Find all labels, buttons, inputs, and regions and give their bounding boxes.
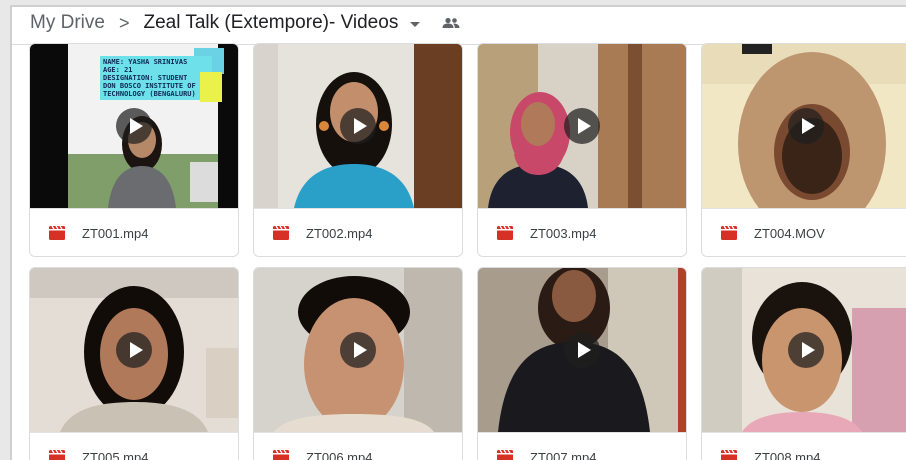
file-name[interactable]: ZT008.mp4 <box>754 450 820 460</box>
file-name[interactable]: ZT003.mp4 <box>530 226 596 241</box>
file-name-row[interactable]: ZT004.MOV <box>702 208 906 257</box>
breadcrumb: My Drive > Zeal Talk (Extempore)- Videos <box>30 7 460 39</box>
file-card[interactable]: ZT003.mp4 <box>477 43 687 257</box>
video-file-icon <box>497 226 513 240</box>
overlay-block <box>200 72 222 102</box>
file-card[interactable]: ZT006.mp4 <box>253 267 463 460</box>
play-icon[interactable] <box>564 332 600 368</box>
play-icon[interactable] <box>116 332 152 368</box>
file-name-row[interactable]: ZT007.mp4 <box>478 432 686 460</box>
file-card[interactable]: NAME: YASHA SRINIVAS AGE: 21 DESIGNATION… <box>29 43 239 257</box>
caption-line: AGE: 21 <box>103 66 209 74</box>
drive-window: My Drive > Zeal Talk (Extempore)- Videos <box>10 5 906 460</box>
video-file-icon <box>721 450 737 460</box>
caption-line: DON BOSCO INSTITUTE OF <box>103 82 209 90</box>
play-icon[interactable] <box>116 108 152 144</box>
file-name-row[interactable]: ZT001.mp4 <box>30 208 238 257</box>
video-thumbnail[interactable] <box>30 268 238 432</box>
video-thumbnail[interactable] <box>478 268 686 432</box>
video-file-icon <box>497 450 513 460</box>
breadcrumb-separator: > <box>119 13 130 34</box>
video-thumbnail[interactable] <box>478 44 686 208</box>
file-card[interactable]: ZT008.mp4 <box>701 267 906 460</box>
people-icon[interactable] <box>442 17 460 29</box>
play-icon[interactable] <box>788 332 824 368</box>
video-thumbnail[interactable] <box>254 44 462 208</box>
file-name-row[interactable]: ZT003.mp4 <box>478 208 686 257</box>
file-name[interactable]: ZT004.MOV <box>754 226 825 241</box>
chevron-down-icon[interactable] <box>410 22 420 27</box>
video-file-icon <box>273 450 289 460</box>
file-name[interactable]: ZT001.mp4 <box>82 226 148 241</box>
file-name[interactable]: ZT005.mp4 <box>82 450 148 460</box>
file-name[interactable]: ZT006.mp4 <box>306 450 372 460</box>
breadcrumb-root[interactable]: My Drive <box>30 12 105 34</box>
file-name-row[interactable]: ZT005.mp4 <box>30 432 238 460</box>
file-card[interactable]: ZT005.mp4 <box>29 267 239 460</box>
play-icon[interactable] <box>340 108 376 144</box>
file-card[interactable]: ZT007.mp4 <box>477 267 687 460</box>
play-icon[interactable] <box>340 332 376 368</box>
breadcrumb-current-folder[interactable]: Zeal Talk (Extempore)- Videos <box>143 12 398 34</box>
video-file-icon <box>273 226 289 240</box>
video-thumbnail[interactable] <box>702 268 906 432</box>
video-thumbnail[interactable] <box>254 268 462 432</box>
video-caption-overlay: NAME: YASHA SRINIVAS AGE: 21 DESIGNATION… <box>100 56 212 100</box>
video-file-icon <box>721 226 737 240</box>
file-name-row[interactable]: ZT008.mp4 <box>702 432 906 460</box>
video-file-icon <box>49 226 65 240</box>
caption-line: TECHNOLOGY (BENGALURU) <box>103 90 209 98</box>
file-name[interactable]: ZT002.mp4 <box>306 226 372 241</box>
file-card[interactable]: ZT004.MOV <box>701 43 906 257</box>
file-card[interactable]: ZT002.mp4 <box>253 43 463 257</box>
caption-line: DESIGNATION: STUDENT <box>103 74 209 82</box>
file-name[interactable]: ZT007.mp4 <box>530 450 596 460</box>
video-thumbnail[interactable]: NAME: YASHA SRINIVAS AGE: 21 DESIGNATION… <box>30 44 238 208</box>
file-name-row[interactable]: ZT002.mp4 <box>254 208 462 257</box>
play-icon[interactable] <box>564 108 600 144</box>
caption-line: NAME: YASHA SRINIVAS <box>103 58 209 66</box>
play-icon[interactable] <box>788 108 824 144</box>
video-thumbnail[interactable] <box>702 44 906 208</box>
video-file-icon <box>49 450 65 460</box>
file-name-row[interactable]: ZT006.mp4 <box>254 432 462 460</box>
